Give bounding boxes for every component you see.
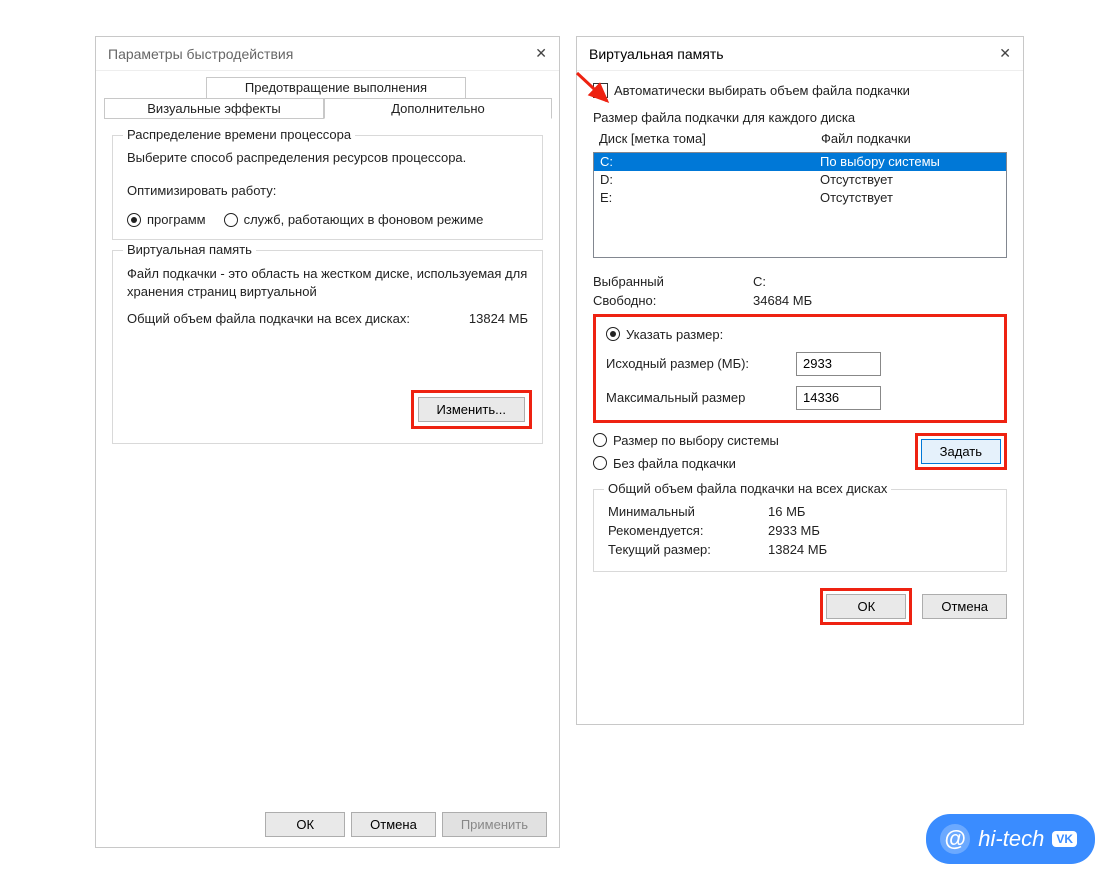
selected-drive-value: C: (753, 274, 1007, 289)
radio-system-managed[interactable]: Размер по выбору системы (593, 433, 895, 448)
max-size-label: Максимальный размер (606, 390, 796, 405)
tab-advanced[interactable]: Дополнительно (324, 98, 552, 119)
vm-total-value: 13824 МБ (469, 311, 528, 326)
window-title: Виртуальная память (589, 46, 724, 62)
set-button[interactable]: Задать (921, 439, 1001, 464)
col-drive: Диск [метка тома] (599, 131, 821, 146)
rec-label: Рекомендуется: (608, 523, 768, 538)
radio-programs[interactable]: программ (127, 212, 206, 227)
cancel-button[interactable]: Отмена (351, 812, 436, 837)
checkbox-icon (593, 83, 608, 98)
group-legend: Распределение времени процессора (123, 127, 355, 142)
change-button[interactable]: Изменить... (418, 397, 525, 422)
virtual-memory-group: Виртуальная память Файл подкачки - это о… (112, 250, 543, 444)
vm-total-label: Общий объем файла подкачки на всех диска… (127, 311, 469, 326)
radio-icon (127, 213, 141, 227)
vm-desc: Файл подкачки - это область на жестком д… (127, 265, 528, 301)
radio-icon (593, 433, 607, 447)
virtual-memory-window: Виртуальная память ✕ Автоматически выбир… (576, 36, 1024, 725)
close-icon[interactable]: ✕ (997, 45, 1013, 62)
cur-label: Текущий размер: (608, 542, 768, 557)
drive-row[interactable]: E:Отсутствует (594, 189, 1006, 207)
drive-row[interactable]: C:По выбору системы (594, 153, 1006, 171)
radio-services[interactable]: служб, работающих в фоновом режиме (224, 212, 484, 227)
ok-button[interactable]: ОК (265, 812, 345, 837)
apply-button[interactable]: Применить (442, 812, 547, 837)
rec-value: 2933 МБ (768, 523, 992, 538)
initial-size-label: Исходный размер (МБ): (606, 356, 796, 371)
group-legend: Виртуальная память (123, 242, 256, 257)
cur-value: 13824 МБ (768, 542, 992, 557)
drive-row[interactable]: D:Отсутствует (594, 171, 1006, 189)
at-icon: @ (940, 824, 970, 854)
free-space-label: Свободно: (593, 293, 753, 308)
min-label: Минимальный (608, 504, 768, 519)
drive-listbox[interactable]: C:По выбору системыD:ОтсутствуетE:Отсутс… (593, 152, 1007, 258)
cpu-scheduling-group: Распределение времени процессора Выберит… (112, 135, 543, 240)
close-icon[interactable]: ✕ (533, 45, 549, 62)
selected-drive-label: Выбранный (593, 274, 753, 289)
window-title: Параметры быстродействия (108, 46, 293, 62)
titlebar-vmem: Виртуальная память ✕ (577, 37, 1023, 71)
max-size-input[interactable] (796, 386, 881, 410)
cpu-desc: Выберите способ распределения ресурсов п… (127, 150, 528, 165)
watermark-badge: @ hi-tech VK (926, 814, 1095, 864)
performance-options-window: Параметры быстродействия ✕ Предотвращени… (95, 36, 560, 848)
radio-icon (224, 213, 238, 227)
vk-icon: VK (1052, 831, 1077, 847)
group-legend: Общий объем файла подкачки на всех диска… (604, 481, 891, 496)
radio-no-paging-file[interactable]: Без файла подкачки (593, 456, 895, 471)
col-file: Файл подкачки (821, 131, 1001, 146)
per-drive-label: Размер файла подкачки для каждого диска (593, 110, 1007, 125)
ok-button[interactable]: ОК (826, 594, 906, 619)
tab-visual-effects[interactable]: Визуальные эффекты (104, 98, 324, 119)
free-space-value: 34684 МБ (753, 293, 1007, 308)
auto-manage-checkbox[interactable]: Автоматически выбирать объем файла подка… (593, 83, 1007, 98)
tabbar: Предотвращение выполнения данных Визуаль… (96, 71, 559, 119)
min-value: 16 МБ (768, 504, 992, 519)
radio-icon (606, 327, 620, 341)
optimize-label: Оптимизировать работу: (127, 183, 528, 198)
perf-dialog-buttons: ОК Отмена Применить (265, 812, 547, 837)
initial-size-input[interactable] (796, 352, 881, 376)
cancel-button[interactable]: Отмена (922, 594, 1007, 619)
radio-custom-size[interactable]: Указать размер: (606, 327, 723, 342)
titlebar-perf: Параметры быстродействия ✕ (96, 37, 559, 71)
radio-icon (593, 456, 607, 470)
